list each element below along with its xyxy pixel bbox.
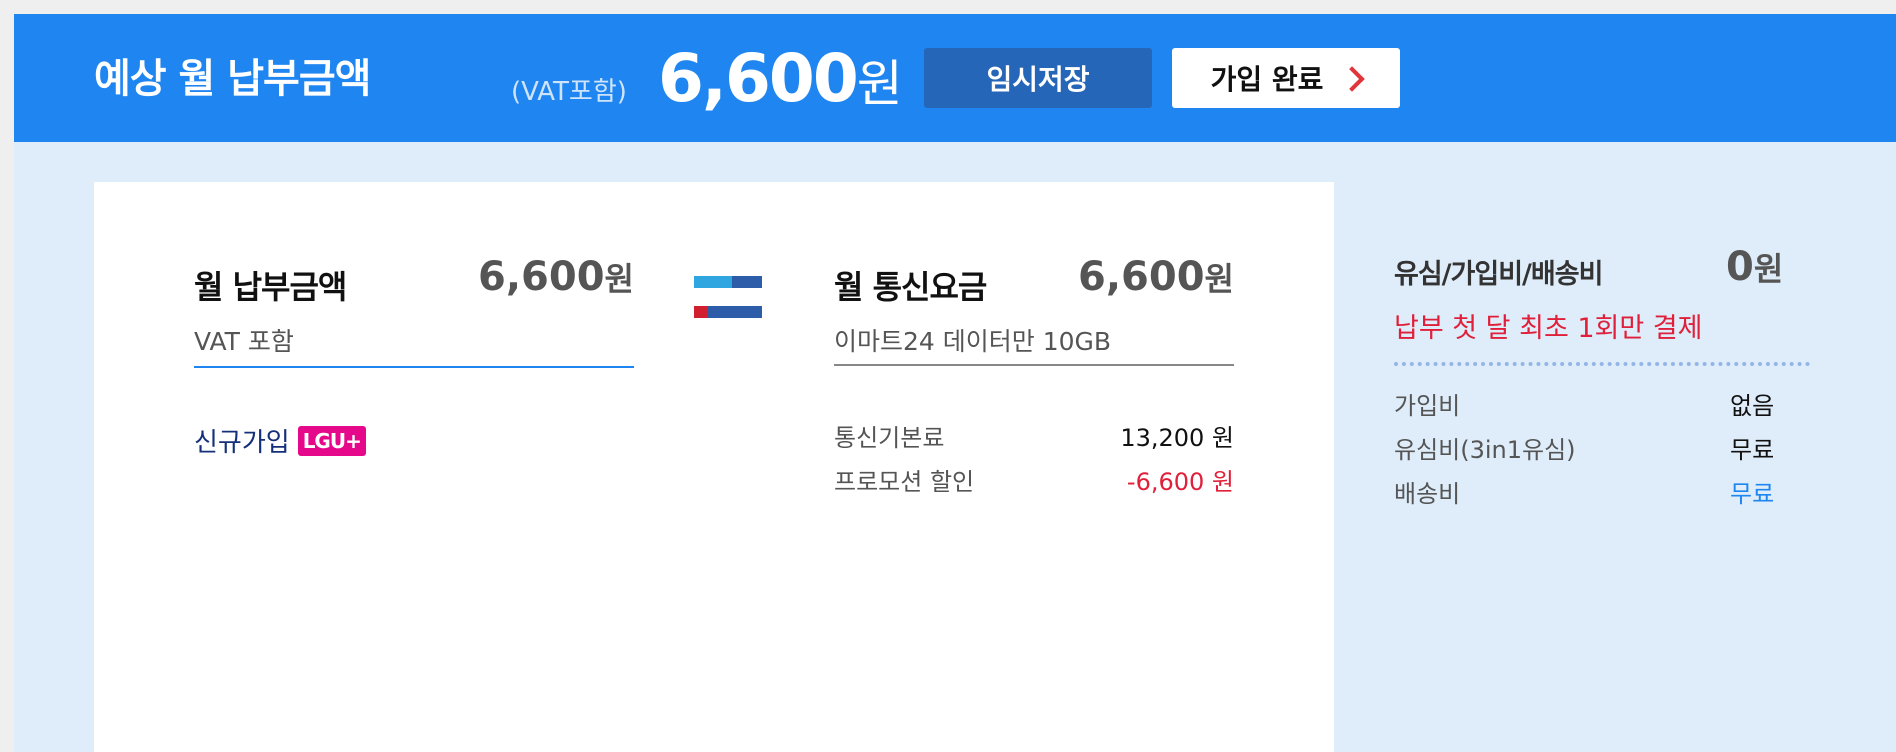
header-vat-note: (VAT포함): [511, 77, 627, 107]
signup-complete-label: 가입 완료: [1210, 63, 1324, 96]
summary-header-bar: 예상 월 납부금액 (VAT포함) 6,600원 임시저장 가입 완료: [14, 14, 1896, 142]
dotted-divider: [1394, 362, 1810, 366]
signup-complete-button[interactable]: 가입 완료: [1172, 48, 1400, 108]
header-currency: 원: [856, 55, 903, 113]
fee-detail-card: 월 납부금액 6,600원 VAT 포함 신규가입 LGU+ 월 통신요금 6,…: [94, 182, 1334, 752]
temp-save-button[interactable]: 임시저장: [924, 48, 1152, 108]
join-type: 신규가입 LGU+: [194, 422, 366, 459]
monthly-payment-currency: 원: [604, 260, 634, 298]
usim-fee-value: 무료: [1730, 436, 1775, 464]
divider-blue: [194, 366, 634, 368]
emart-flag-icon: [694, 276, 762, 322]
base-fee-value: 13,200 원: [1120, 424, 1234, 452]
signup-fee-label: 가입비: [1394, 392, 1461, 420]
monthly-fee-amount: 6,600원: [994, 254, 1234, 300]
chevron-right-icon: [1339, 66, 1366, 92]
join-type-label: 신규가입: [194, 428, 290, 458]
header-title: 예상 월 납부금액: [94, 56, 371, 102]
one-time-fees-value: 0: [1726, 244, 1754, 290]
shipping-fee-value: 무료: [1730, 480, 1775, 508]
base-fee-label: 통신기본료: [834, 424, 945, 452]
temp-save-label: 임시저장: [986, 63, 1090, 96]
promo-discount-value: -6,600 원: [1126, 468, 1234, 496]
usim-fee-label: 유심비(3in1유심): [1394, 436, 1576, 464]
page-frame: 예상 월 납부금액 (VAT포함) 6,600원 임시저장 가입 완료 월 납부…: [14, 14, 1896, 752]
header-amount-value: 6,600: [658, 40, 859, 117]
shipping-fee-label: 배송비: [1394, 480, 1461, 508]
monthly-fee-value: 6,600: [1078, 254, 1205, 300]
signup-fee-value: 없음: [1730, 392, 1775, 420]
monthly-fee-title: 월 통신요금: [834, 268, 987, 306]
divider-gray: [834, 364, 1234, 366]
monthly-payment-note: VAT 포함: [194, 327, 294, 356]
one-time-fees-currency: 원: [1753, 250, 1784, 288]
monthly-payment-amount: 6,600원: [434, 254, 634, 300]
promo-discount-label: 프로모션 할인: [834, 468, 975, 496]
header-amount: 6,600원: [658, 40, 903, 117]
one-time-fees-title: 유심/가입비/배송비: [1394, 259, 1603, 290]
one-time-fees-amount: 0원: [1726, 244, 1783, 290]
monthly-payment-value: 6,600: [478, 254, 605, 300]
monthly-fee-currency: 원: [1204, 260, 1234, 298]
plan-name: 이마트24 데이터만 10GB: [834, 327, 1112, 356]
monthly-payment-title: 월 납부금액: [194, 268, 347, 306]
one-time-fees-note: 납부 첫 달 최초 1회만 결제: [1394, 313, 1703, 344]
carrier-badge: LGU+: [297, 425, 366, 456]
